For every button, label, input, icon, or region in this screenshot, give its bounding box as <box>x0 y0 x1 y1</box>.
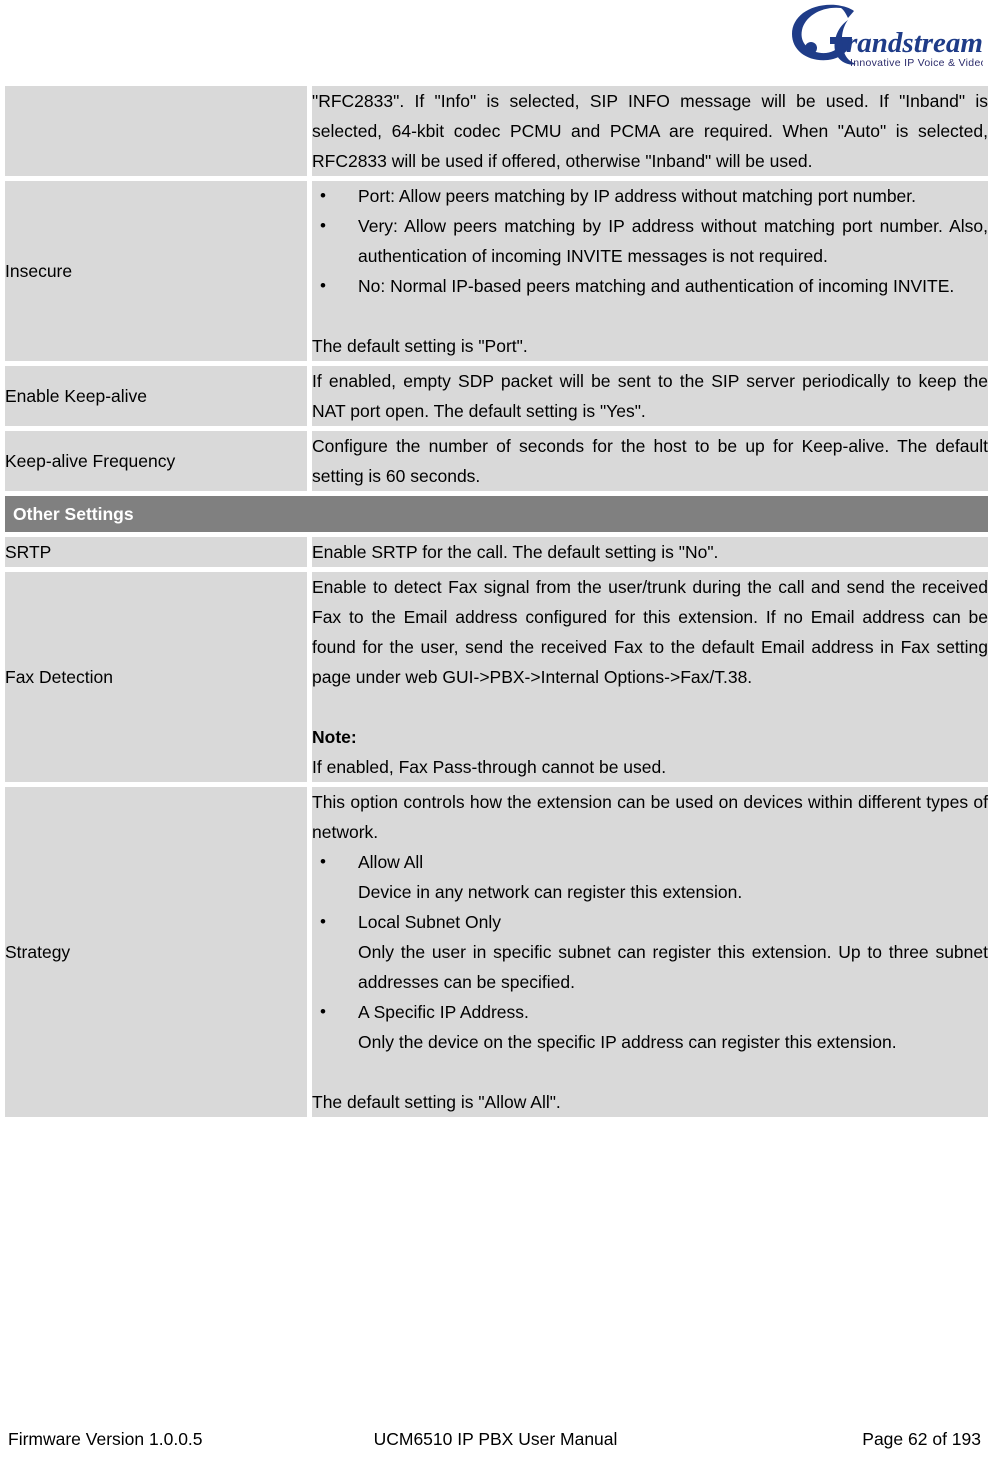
list-item: No: Normal IP-based peers matching and a… <box>312 271 988 301</box>
row-description-cell: If enabled, empty SDP packet will be sen… <box>312 366 988 426</box>
row-label: SRTP <box>5 542 52 562</box>
row-label-cell: Strategy <box>5 787 307 1117</box>
list-item-body: Only the device on the specific IP addre… <box>358 1032 897 1052</box>
table-row: Insecure Port: Allow peers matching by I… <box>5 181 988 361</box>
description-paragraph: If enabled, empty SDP packet will be sen… <box>312 371 988 421</box>
row-label: Strategy <box>5 942 71 962</box>
row-label-cell: Keep-alive Frequency <box>5 431 307 491</box>
grandstream-logo: randstream Innovative IP Voice & Video <box>778 2 983 74</box>
list-item: Very: Allow peers matching by IP address… <box>312 211 988 271</box>
svg-text:Innovative IP Voice & Video: Innovative IP Voice & Video <box>850 57 983 69</box>
list-item-title: Local Subnet Only <box>358 912 502 932</box>
row-label-cell: Enable Keep-alive <box>5 366 307 426</box>
bullet-list: Allow All Device in any network can regi… <box>312 847 988 1057</box>
row-label: Keep-alive Frequency <box>5 451 176 471</box>
row-description-cell: Configure the number of seconds for the … <box>312 431 988 491</box>
description-paragraph: Enable SRTP for the call. The default se… <box>312 542 719 562</box>
list-item-text: Very: Allow peers matching by IP address… <box>358 216 988 266</box>
description-paragraph: Configure the number of seconds for the … <box>312 436 988 486</box>
section-header-label: Other Settings <box>5 496 988 532</box>
table-row: "RFC2833". If "Info" is selected, SIP IN… <box>5 86 988 176</box>
list-item-text: Port: Allow peers matching by IP address… <box>358 186 917 206</box>
footer-firmware-version: Firmware Version 1.0.0.5 <box>8 1428 203 1449</box>
row-label-cell <box>5 86 307 176</box>
row-description-cell: This option controls how the extension c… <box>312 787 988 1117</box>
row-label-cell: Insecure <box>5 181 307 361</box>
note-label: Note: <box>312 727 357 747</box>
table-row: Strategy This option controls how the ex… <box>5 787 988 1117</box>
table-row: Enable Keep-alive If enabled, empty SDP … <box>5 366 988 426</box>
table-row: Keep-alive Frequency Configure the numbe… <box>5 431 988 491</box>
settings-description-table: "RFC2833". If "Info" is selected, SIP IN… <box>5 86 988 1117</box>
page-header: randstream Innovative IP Voice & Video <box>0 0 991 86</box>
footer-page-number: Page 62 of 193 <box>862 1428 981 1449</box>
section-header-row: Other Settings <box>5 496 988 532</box>
description-paragraph: Enable to detect Fax signal from the use… <box>312 577 988 687</box>
row-description-cell: Enable SRTP for the call. The default se… <box>312 537 988 567</box>
row-label: Insecure <box>5 261 73 281</box>
default-setting-note: The default setting is "Port". <box>312 336 528 356</box>
table-row: Fax Detection Enable to detect Fax signa… <box>5 572 988 782</box>
row-description-cell: Port: Allow peers matching by IP address… <box>312 181 988 361</box>
description-paragraph: "RFC2833". If "Info" is selected, SIP IN… <box>312 91 988 171</box>
row-label-cell: Fax Detection <box>5 572 307 782</box>
list-item: Port: Allow peers matching by IP address… <box>312 181 988 211</box>
list-item: Local Subnet Only Only the user in speci… <box>312 907 988 997</box>
row-label-cell: SRTP <box>5 537 307 567</box>
row-label: Enable Keep-alive <box>5 386 148 406</box>
list-item: Allow All Device in any network can regi… <box>312 847 988 907</box>
row-description-cell: Enable to detect Fax signal from the use… <box>312 572 988 782</box>
row-label: Fax Detection <box>5 667 113 687</box>
note-text: If enabled, Fax Pass-through cannot be u… <box>312 757 667 777</box>
list-item-body: Only the user in specific subnet can reg… <box>358 942 988 992</box>
default-setting-note: The default setting is "Allow All". <box>312 1092 561 1112</box>
list-item-text: No: Normal IP-based peers matching and a… <box>358 276 955 296</box>
table-row: SRTP Enable SRTP for the call. The defau… <box>5 537 988 567</box>
page-footer: UCM6510 IP PBX User Manual Firmware Vers… <box>0 1424 991 1454</box>
bullet-list: Port: Allow peers matching by IP address… <box>312 181 988 301</box>
description-intro: This option controls how the extension c… <box>312 792 988 842</box>
svg-text:randstream: randstream <box>846 27 983 59</box>
list-item-title: Allow All <box>358 852 424 872</box>
row-description-cell: "RFC2833". If "Info" is selected, SIP IN… <box>312 86 988 176</box>
list-item-body: Device in any network can register this … <box>358 882 743 902</box>
list-item: A Specific IP Address. Only the device o… <box>312 997 988 1057</box>
list-item-title: A Specific IP Address. <box>358 1002 529 1022</box>
